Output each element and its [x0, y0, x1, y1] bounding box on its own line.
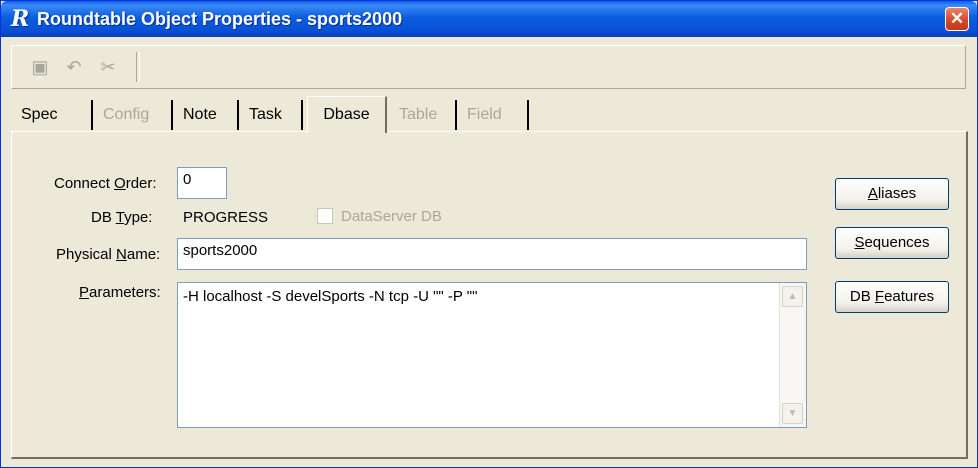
connect-order-label: Connect Order: [54, 175, 157, 192]
aliases-button[interactable]: Aliases [835, 178, 949, 210]
roundtable-logo-icon: R [11, 6, 30, 32]
connect-order-field[interactable]: 0 [177, 167, 227, 199]
parameters-textarea[interactable]: -H localhost -S develSports -N tcp -U ""… [177, 282, 807, 428]
chevron-up-icon: ▲ [787, 291, 798, 302]
db-type-label: DB Type: [91, 209, 153, 226]
tab-spec[interactable]: Spec [11, 100, 93, 130]
close-button[interactable]: ✕ [945, 7, 969, 31]
save-button[interactable]: ▣ [26, 54, 54, 80]
chevron-down-icon: ▼ [787, 408, 798, 419]
tab-note[interactable]: Note [173, 100, 239, 130]
properties-window: R Roundtable Object Properties - sports2… [0, 0, 978, 468]
toolbar-separator [136, 52, 140, 82]
physical-name-field[interactable]: sports2000 [177, 238, 807, 270]
save-icon: ▣ [31, 57, 49, 77]
dbase-panel: Connect Order: 0 DB Type: PROGRESS DataS… [11, 131, 968, 459]
tab-table: Table [389, 100, 457, 130]
title-bar[interactable]: R Roundtable Object Properties - sports2… [1, 1, 977, 37]
dataserver-label: DataServer DB [341, 208, 442, 225]
scroll-up-button[interactable]: ▲ [782, 286, 803, 307]
parameters-text: -H localhost -S develSports -N tcp -U ""… [183, 288, 478, 305]
undo-icon: ↶ [66, 57, 82, 77]
parameters-label: Parameters: [79, 284, 161, 301]
toolbar: ▣ ↶ ✂ [11, 45, 966, 89]
tab-field: Field [457, 100, 529, 130]
delete-icon: ✂ [100, 57, 116, 77]
delete-button[interactable]: ✂ [94, 54, 122, 80]
undo-button[interactable]: ↶ [60, 54, 88, 80]
close-icon: ✕ [949, 9, 965, 28]
db-features-button[interactable]: DB Features [835, 281, 949, 313]
tab-dbase[interactable]: Dbase [307, 96, 387, 133]
window-title: Roundtable Object Properties - sports200… [37, 9, 403, 29]
parameters-scrollbar[interactable]: ▲ ▼ [779, 283, 806, 427]
scroll-down-button[interactable]: ▼ [782, 403, 803, 424]
physical-name-label: Physical Name: [56, 246, 161, 263]
tab-config: Config [93, 100, 173, 130]
sequences-button[interactable]: Sequences [835, 227, 949, 259]
db-type-value: PROGRESS [183, 209, 269, 226]
dataserver-checkbox [317, 208, 333, 224]
tab-task[interactable]: Task [239, 100, 303, 130]
